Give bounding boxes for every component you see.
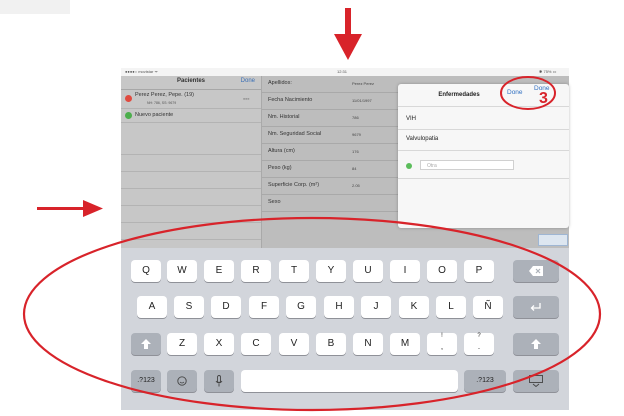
- field-value: 84: [352, 166, 357, 171]
- field-label: Superficie Corp. (m²): [268, 182, 320, 188]
- empty-row: [121, 189, 261, 206]
- field-label: Peso (kg): [268, 165, 292, 171]
- step-number-label: 3: [539, 90, 548, 107]
- empty-row: [121, 155, 261, 172]
- disease-item[interactable]: VIH: [406, 116, 416, 122]
- field-row[interactable]: Fecha Nacimiento 11/01/1997: [262, 93, 402, 110]
- empty-row: [121, 172, 261, 189]
- field-value: 11/01/1997: [352, 98, 372, 103]
- add-patient-icon[interactable]: [125, 112, 132, 119]
- field-row[interactable]: Altura (cm) 176: [262, 144, 402, 161]
- carrier-label: ●●●●○ movistar ᯤ: [125, 69, 159, 74]
- field-row[interactable]: Peso (kg) 84: [262, 161, 402, 178]
- new-patient-label: Nuevo paciente: [135, 112, 174, 118]
- field-value: 176: [352, 149, 359, 154]
- field-label: Sexo: [268, 199, 281, 205]
- disease-item[interactable]: Valvulopatia: [406, 136, 438, 142]
- field-label: Fecha Nacimiento: [268, 97, 313, 103]
- field-label: Nm. Seguridad Social: [268, 131, 322, 137]
- clock: 12:31: [337, 69, 348, 74]
- add-disease-icon[interactable]: [406, 163, 412, 169]
- field-row[interactable]: Nm. Seguridad Social 9679: [262, 127, 402, 144]
- field-label: Apellidos:: [268, 80, 292, 86]
- corner-tab: [0, 0, 70, 14]
- other-disease-input[interactable]: Otra: [420, 160, 514, 170]
- down-arrow-annotation: [334, 8, 362, 60]
- field-label: Altura (cm): [268, 148, 295, 154]
- sidebar-done-button[interactable]: Done: [241, 78, 255, 84]
- patient-ids: NH: 786, SS: 9679: [147, 101, 177, 105]
- patient-badge: ■■■: [243, 97, 250, 101]
- field-value: 2.05: [352, 183, 360, 188]
- field-label: Nm. Historial: [268, 114, 300, 120]
- done-highlight-circle: [500, 76, 556, 110]
- field-row[interactable]: Nm. Historial 786: [262, 110, 402, 127]
- delete-patient-icon[interactable]: [125, 95, 132, 102]
- divider: [398, 178, 569, 179]
- field-value: 9679: [352, 132, 361, 137]
- sidebar-header: Pacientes Done: [121, 76, 261, 90]
- divider: [398, 150, 569, 151]
- keyboard-highlight-ellipse: [22, 216, 602, 412]
- field-row[interactable]: Apellidos: Perez Perez: [262, 76, 402, 93]
- patient-name: Perez Perez, Pepe. (19): [135, 92, 195, 98]
- divider: [398, 129, 569, 130]
- empty-row: [121, 138, 261, 155]
- field-value: Perez Perez: [352, 81, 375, 86]
- field-row[interactable]: Superficie Corp. (m²) 2.05: [262, 178, 402, 195]
- field-row[interactable]: Sexo: [262, 195, 402, 212]
- list-item[interactable]: Nuevo paciente: [121, 109, 261, 123]
- list-item[interactable]: Perez Perez, Pepe. (19) NH: 786, SS: 967…: [121, 90, 261, 109]
- field-value: 786: [352, 115, 359, 120]
